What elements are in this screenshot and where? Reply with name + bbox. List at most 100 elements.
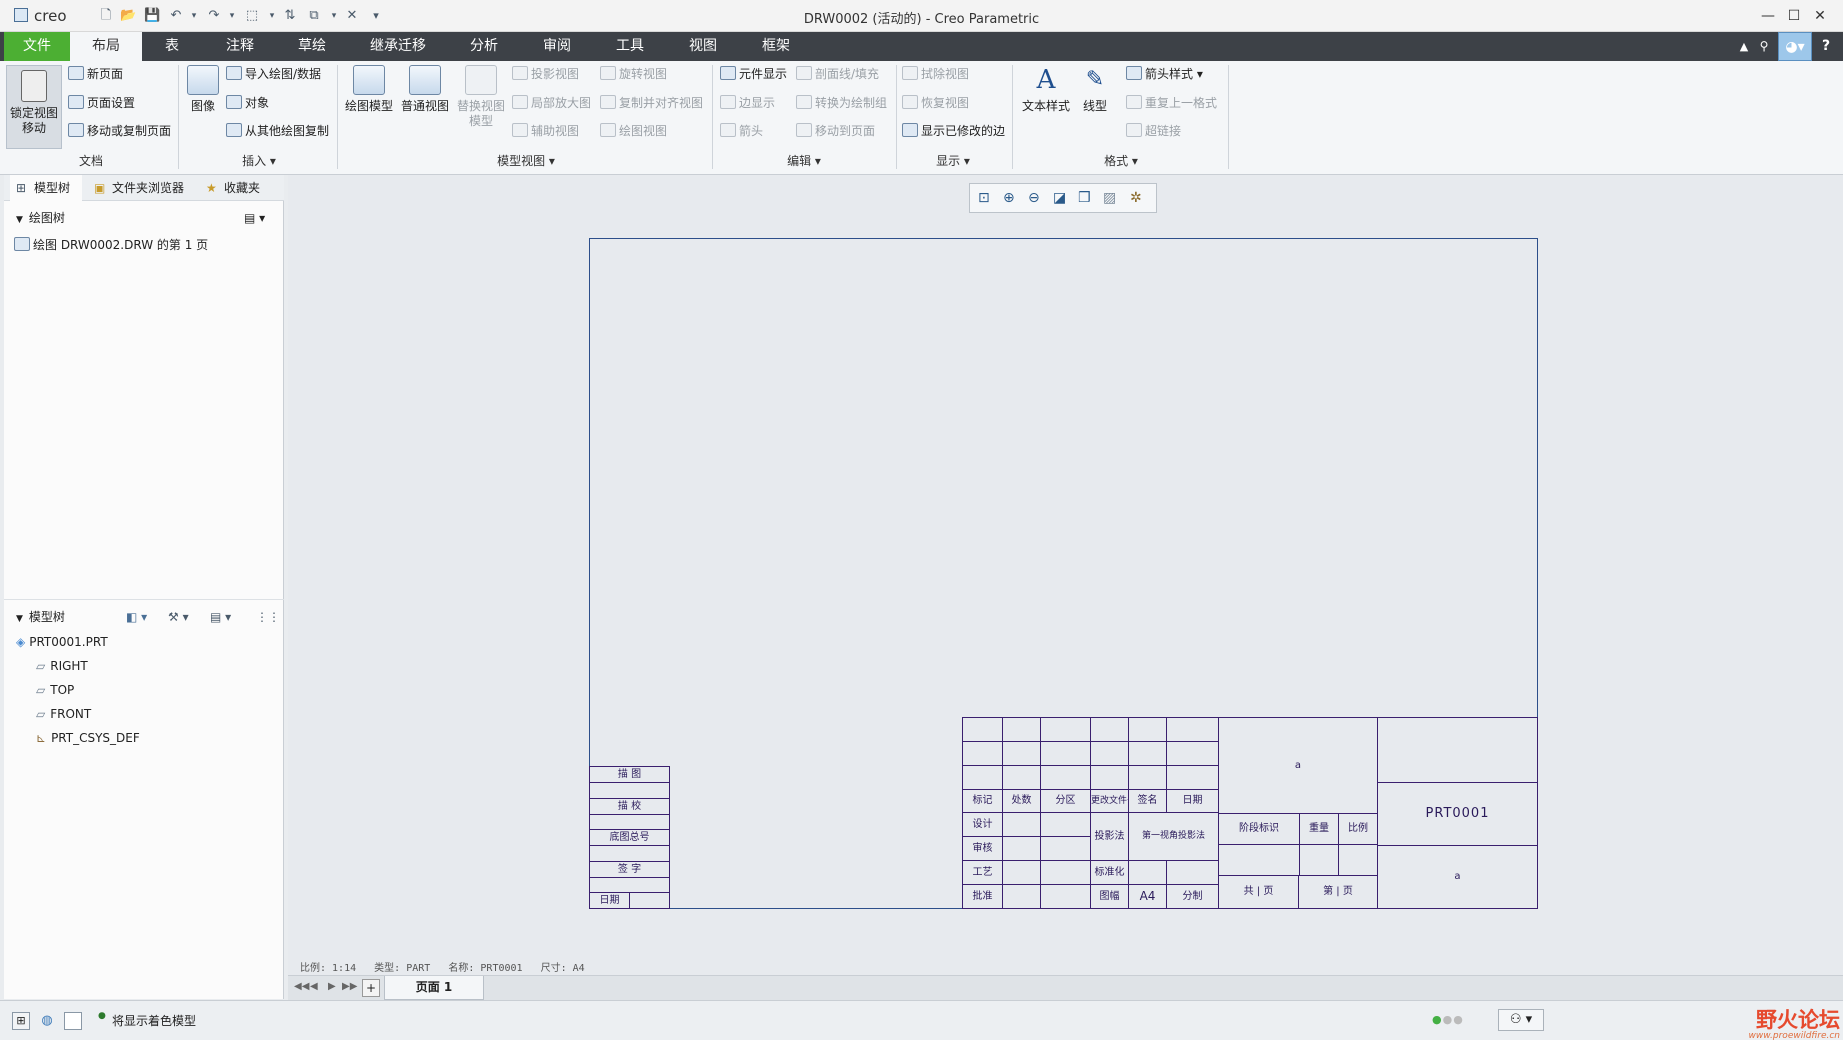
drawing-model-button[interactable]: 绘图模型 xyxy=(342,65,396,114)
minimize-button[interactable]: — xyxy=(1757,6,1779,26)
next-page-icon[interactable]: ▶ xyxy=(328,981,336,992)
hyperlink-button[interactable]: 超链接 xyxy=(1126,123,1181,139)
convert-draft-icon xyxy=(796,95,812,109)
drawing-tree-item[interactable]: 绘图 DRW0002.DRW 的第 1 页 xyxy=(14,237,208,253)
group-format[interactable]: 格式 ▾ xyxy=(1014,152,1228,169)
tab-sketch[interactable]: 草绘 xyxy=(290,32,334,61)
tab-model-tree[interactable]: ⊞ 模型树 xyxy=(10,175,82,201)
tb-projection-value: 第一视角投影法 xyxy=(1128,812,1219,861)
help-icon[interactable]: ? xyxy=(1818,32,1834,61)
line-style-button[interactable]: ✎ 线型 xyxy=(1076,65,1114,114)
repeat-format-button[interactable]: 重复上一格式 xyxy=(1126,95,1217,111)
tab-framework[interactable]: 框架 xyxy=(754,32,798,61)
section-fill-button[interactable]: 剖面线/填充 xyxy=(796,66,879,82)
object-button[interactable]: 对象 xyxy=(226,95,269,111)
tab-layout[interactable]: 布局 xyxy=(70,32,142,61)
watermark-brand: 野火论坛 xyxy=(1756,1008,1840,1032)
group-edit[interactable]: 编辑 ▾ xyxy=(714,152,894,169)
arrow-icon xyxy=(720,123,736,137)
collapse-ribbon-icon[interactable]: ▲ xyxy=(1736,32,1752,61)
tree-item-csys[interactable]: ⊾ PRT_CSYS_DEF xyxy=(36,730,140,746)
model-tree-header[interactable]: ▼ 模型树 xyxy=(16,609,65,627)
tree-filter-icon[interactable]: ⋮⋮ xyxy=(256,609,280,625)
find-icon[interactable]: ⚇ ▾ xyxy=(1498,1009,1544,1031)
display-style-icon[interactable]: ❒ xyxy=(1078,190,1091,206)
replace-view-model-button[interactable]: 替换视图 模型 xyxy=(454,65,508,129)
close-button[interactable]: ✕ xyxy=(1809,6,1831,26)
new-page-button[interactable]: 新页面 xyxy=(68,66,123,82)
group-model-views-label: 模型视图 xyxy=(497,154,546,168)
tb-process: 工艺 xyxy=(962,860,1003,885)
hyperlink-icon xyxy=(1126,123,1142,137)
move-to-page-button[interactable]: 移动到页面 xyxy=(796,123,875,139)
tb-cell xyxy=(1002,812,1041,837)
copy-align-view-button[interactable]: 复制并对齐视图 xyxy=(600,95,703,111)
erase-view-button[interactable]: 拭除视图 xyxy=(902,66,969,82)
group-display[interactable]: 显示 ▾ xyxy=(898,152,1008,169)
tree-item-right[interactable]: ▱ RIGHT xyxy=(36,658,88,674)
projection-view-button[interactable]: 投影视图 xyxy=(512,66,579,82)
tab-annotate[interactable]: 注释 xyxy=(218,32,262,61)
auxiliary-view-button[interactable]: 辅助视图 xyxy=(512,123,579,139)
drawing-tree-header[interactable]: ▼ 绘图树 xyxy=(16,210,65,228)
tree-tools-icon[interactable]: ⚒ ▾ xyxy=(168,609,189,625)
tab-favorites[interactable]: ★ 收藏夹 xyxy=(200,175,280,201)
show-modified-edges-button[interactable]: 显示已修改的边 xyxy=(902,123,1005,139)
browser-toggle-icon[interactable]: ◍ xyxy=(38,1012,56,1030)
zoom-in-icon[interactable]: ⊕ xyxy=(1003,190,1015,206)
detailed-view-button[interactable]: 局部放大图 xyxy=(512,95,591,111)
refit-icon[interactable]: ⊡ xyxy=(978,190,990,206)
tab-folder-browser[interactable]: ▣ 文件夹浏览器 xyxy=(88,175,198,201)
lock-view-move-button[interactable]: 锁定视图 移动 xyxy=(6,65,62,149)
tab-review[interactable]: 审阅 xyxy=(535,32,579,61)
navigator-toggle-icon[interactable]: ⊞ xyxy=(12,1012,30,1030)
import-drawing-button[interactable]: 导入绘图/数据 xyxy=(226,66,321,82)
repaint-icon[interactable]: ◪ xyxy=(1053,190,1066,206)
resume-view-button[interactable]: 恢复视图 xyxy=(902,95,969,111)
move-copy-page-button[interactable]: 移动或复制页面 xyxy=(68,123,171,139)
revolved-view-button[interactable]: 旋转视图 xyxy=(600,66,667,82)
group-document-label: 文档 xyxy=(78,154,103,168)
datum-display-icon[interactable]: ✲ xyxy=(1130,190,1142,206)
full-screen-icon[interactable] xyxy=(64,1012,82,1030)
tab-tools[interactable]: 工具 xyxy=(608,32,652,61)
tab-table[interactable]: 表 xyxy=(150,32,194,61)
group-model-views[interactable]: 模型视图 ▾ xyxy=(342,152,710,169)
tree-item-part[interactable]: ◈ PRT0001.PRT xyxy=(16,634,108,650)
page-tab-1[interactable]: 页面 1 xyxy=(384,976,484,1000)
tab-view[interactable]: 视图 xyxy=(681,32,725,61)
help-center-icon[interactable]: ◕▾ xyxy=(1778,32,1812,61)
tree-item-top[interactable]: ▱ TOP xyxy=(36,682,74,698)
drawing-view-button[interactable]: 绘图视图 xyxy=(600,123,667,139)
maximize-button[interactable]: ☐ xyxy=(1783,6,1805,26)
arrow-button[interactable]: 箭头 xyxy=(720,123,763,139)
show-filter-icon[interactable]: ◧ ▾ xyxy=(126,609,147,625)
edge-display-button[interactable]: 边显示 xyxy=(720,95,775,111)
convert-draft-button[interactable]: 转换为绘制组 xyxy=(796,95,887,111)
search-icon[interactable]: ⚲ xyxy=(1756,32,1772,61)
add-page-button[interactable]: + xyxy=(362,979,380,997)
text-style-button[interactable]: A 文本样式 xyxy=(1018,65,1074,114)
drawing-tree-settings-icon[interactable]: ▤ ▾ xyxy=(244,210,265,226)
tab-analysis[interactable]: 分析 xyxy=(462,32,506,61)
tree-item-front-label: FRONT xyxy=(50,707,92,721)
tree-settings-icon[interactable]: ▤ ▾ xyxy=(210,609,231,625)
tab-legacy-migration[interactable]: 继承迁移 xyxy=(366,32,430,61)
replace-view-model-label: 替换视图 模型 xyxy=(456,99,505,128)
tb-cell xyxy=(962,765,1003,790)
image-button[interactable]: 图像 xyxy=(184,65,222,114)
group-insert[interactable]: 插入 ▾ xyxy=(184,152,334,169)
copy-from-drawing-button[interactable]: 从其他绘图复制 xyxy=(226,123,329,139)
element-display-button[interactable]: 元件显示 xyxy=(720,66,787,82)
sheet-display-icon[interactable]: ▨ xyxy=(1103,190,1116,206)
general-view-button[interactable]: 普通视图 xyxy=(398,65,452,114)
tb-name-area: a xyxy=(1218,717,1378,814)
arrow-style-button[interactable]: 箭头样式 ▾ xyxy=(1126,66,1203,82)
zoom-out-icon[interactable]: ⊖ xyxy=(1028,190,1040,206)
tree-item-front[interactable]: ▱ FRONT xyxy=(36,706,91,722)
tab-file[interactable]: 文件 xyxy=(4,32,70,61)
first-page-icon[interactable]: ◀◀ xyxy=(294,981,309,992)
prev-page-icon[interactable]: ◀ xyxy=(310,981,318,992)
page-setup-button[interactable]: 页面设置 xyxy=(68,95,135,111)
last-page-icon[interactable]: ▶▶ xyxy=(342,981,357,992)
